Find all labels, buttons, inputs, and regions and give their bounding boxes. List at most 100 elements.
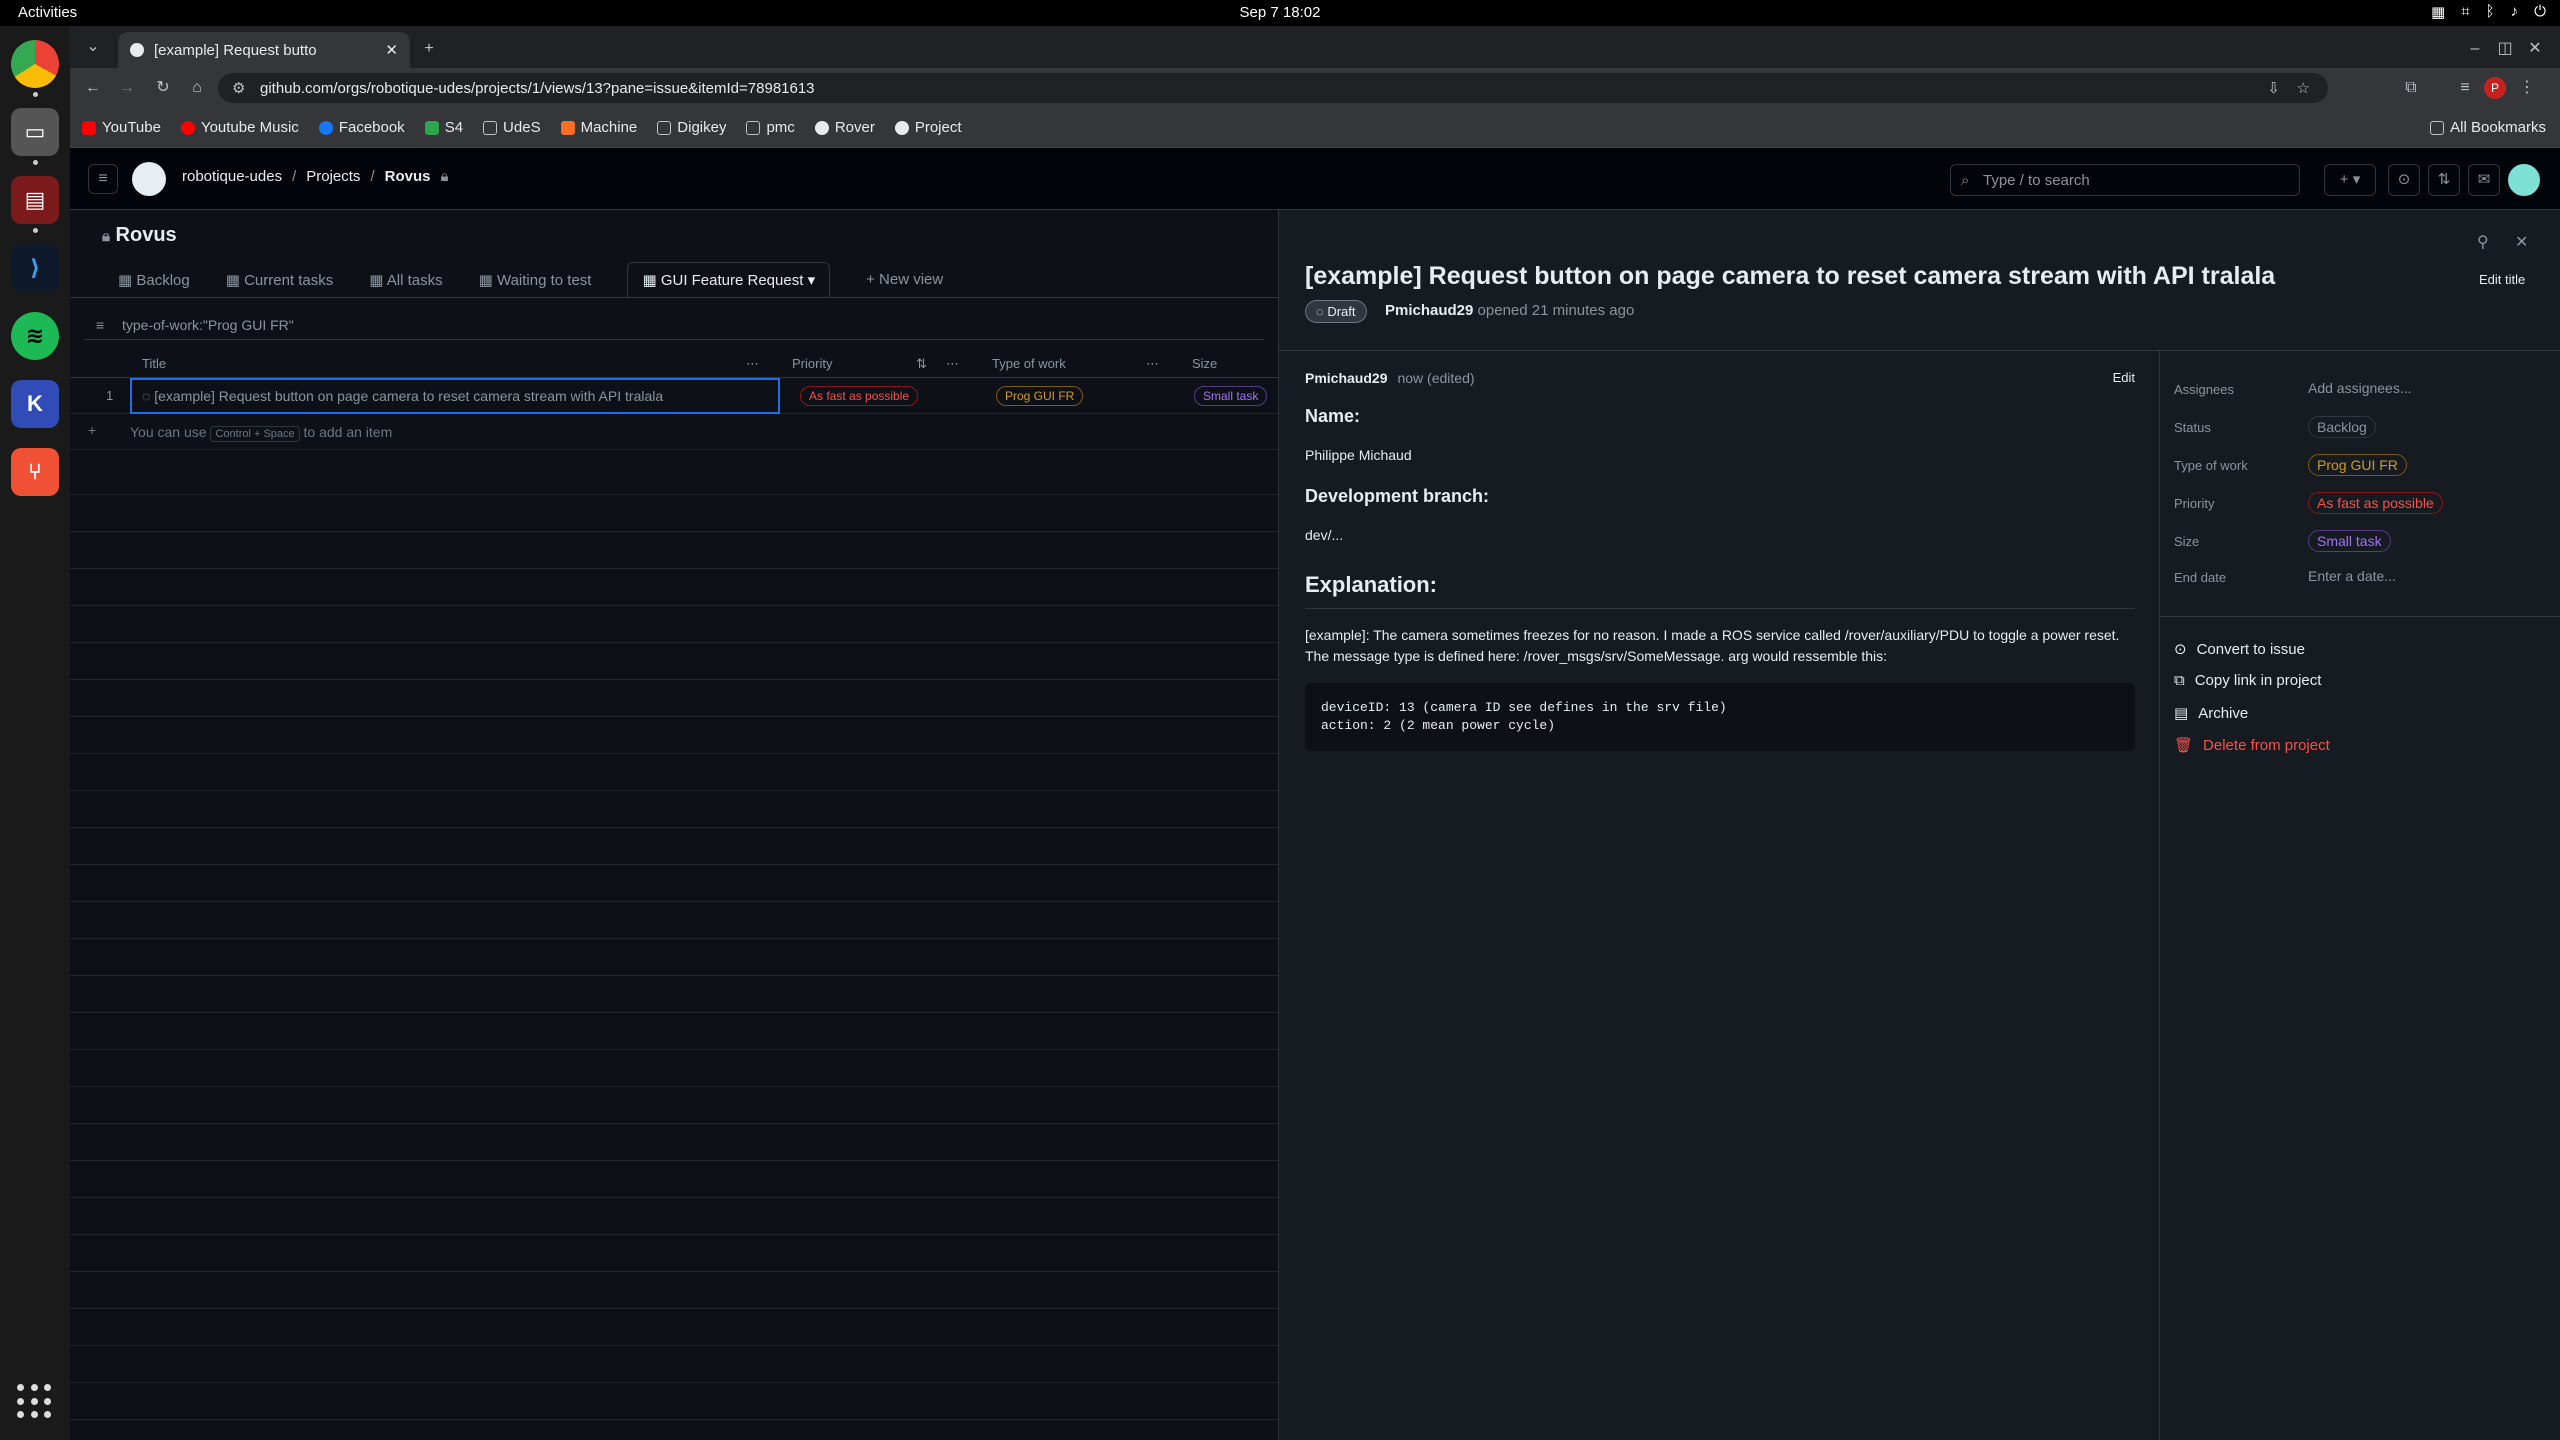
type-value[interactable]: Prog GUI FR [2308, 454, 2407, 476]
git-app-icon[interactable]: ⑂ [11, 448, 59, 496]
comment-author[interactable]: Pmichaud29 [1305, 370, 1387, 386]
type-pill[interactable]: Prog GUI FR [996, 386, 1084, 406]
terminal-icon[interactable]: ▤ [11, 176, 59, 224]
grid-icon[interactable]: ▦ [2431, 3, 2445, 21]
edit-button[interactable]: Edit [2113, 370, 2135, 386]
search-input[interactable]: ⌕ Type / to search [1950, 164, 2300, 196]
delete-button[interactable]: 🗑︎ Delete from project [2174, 736, 2330, 755]
row-title-cell[interactable]: ◌ [example] Request button on page camer… [130, 378, 780, 414]
home-icon[interactable]: ⌂ [186, 77, 208, 99]
end-date-input[interactable]: Enter a date... [2308, 568, 2396, 584]
hamburger-menu-icon[interactable]: ≡ [88, 164, 118, 194]
bookmark-s4[interactable]: S4 [424, 119, 463, 136]
user-avatar[interactable] [2508, 164, 2540, 196]
files-icon[interactable]: ▭ [11, 108, 59, 156]
column-options-icon[interactable]: ⋯ [746, 356, 759, 372]
bookmark-pmc[interactable]: pmc [746, 119, 795, 136]
maximize-icon[interactable]: ◫ [2494, 38, 2516, 60]
bookmark-machine[interactable]: Machine [560, 119, 637, 136]
spotify-icon[interactable]: ≋ [11, 312, 59, 360]
bookmark-youtube[interactable]: YouTube [82, 119, 161, 136]
sort-icon[interactable]: ⇅ [916, 356, 927, 372]
power-icon[interactable]: ⏻ [2534, 3, 2546, 21]
browser-toolbar: ← → ↻ ⌂ ⚙ github.com/orgs/robotique-udes… [70, 68, 2560, 108]
tab-strip: ⌄ [example] Request butto ✕ + – ◫ ✕ [70, 26, 2560, 68]
back-icon[interactable]: ← [82, 77, 104, 99]
add-item-row[interactable]: + You can use Control + Space to add an … [70, 414, 1278, 450]
install-icon[interactable]: ⇩ [2267, 79, 2280, 97]
network-icon[interactable]: ⌗ [2461, 3, 2469, 21]
breadcrumb-org[interactable]: robotique-udes [182, 168, 282, 185]
pin-icon[interactable]: ⚲ [2477, 232, 2489, 252]
tab-current-tasks[interactable]: ▦ Current tasks [226, 271, 334, 289]
priority-pill[interactable]: As fast as possible [800, 386, 919, 406]
issues-icon[interactable]: ⊙ [2388, 164, 2420, 196]
chevron-down-icon[interactable]: ▾ [808, 272, 816, 289]
close-window-icon[interactable]: ✕ [2524, 38, 2546, 60]
inbox-icon[interactable]: ✉ [2468, 164, 2500, 196]
column-type-of-work[interactable]: Type of work [992, 356, 1066, 371]
size-pill[interactable]: Small task [1194, 386, 1268, 406]
bookmark-youtube-music[interactable]: Youtube Music [180, 119, 299, 136]
bookmark-udes[interactable]: UdeS [483, 119, 541, 136]
tab-all-tasks[interactable]: ▦ All tasks [369, 271, 442, 289]
status-value[interactable]: Backlog [2308, 416, 2376, 438]
close-tab-icon[interactable]: ✕ [385, 41, 398, 59]
app-grid-icon[interactable] [17, 1384, 53, 1420]
column-size[interactable]: Size [1192, 356, 1217, 371]
star-icon[interactable]: ☆ [2297, 79, 2310, 97]
forward-icon[interactable]: → [116, 77, 138, 99]
table-row[interactable]: 1 ◌ [example] Request button on page cam… [70, 378, 1278, 414]
column-title[interactable]: Title [142, 356, 166, 371]
bookmark-rover[interactable]: Rover [814, 119, 875, 136]
activities-button[interactable]: Activities [18, 4, 77, 21]
author-link[interactable]: Pmichaud29 [1385, 302, 1473, 319]
bookmark-project[interactable]: Project [894, 119, 962, 136]
column-options-icon[interactable]: ⋯ [1146, 356, 1159, 372]
add-icon[interactable]: + [88, 422, 96, 438]
address-bar[interactable]: ⚙ github.com/orgs/robotique-udes/project… [218, 73, 2328, 103]
archive-button[interactable]: ▤ Archive [2174, 704, 2248, 723]
extensions-icon[interactable]: ⧉ [2400, 77, 2422, 99]
archive-icon: ▤ [2174, 705, 2189, 722]
browser-tab[interactable]: [example] Request butto ✕ [118, 32, 410, 68]
bookmark-facebook[interactable]: Facebook [318, 119, 405, 136]
breadcrumb-projects[interactable]: Projects [306, 168, 360, 185]
site-info-icon[interactable]: ⚙ [232, 79, 245, 97]
clock[interactable]: Sep 7 18:02 [1240, 4, 1321, 21]
github-logo-icon[interactable] [132, 162, 166, 196]
new-tab-icon[interactable]: + [418, 38, 440, 60]
filter-input[interactable]: ≡ type-of-work:"Prog GUI FR" [84, 310, 1264, 340]
volume-icon[interactable]: ♪ [2511, 3, 2519, 21]
create-new-icon[interactable]: + ▾ [2324, 164, 2376, 196]
reload-icon[interactable]: ↻ [152, 77, 174, 99]
menu-icon[interactable]: ⋮ [2516, 77, 2538, 99]
tab-search-icon[interactable]: ⌄ [82, 36, 104, 58]
priority-value[interactable]: As fast as possible [2308, 492, 2443, 514]
convert-to-issue-button[interactable]: ⊙ Convert to issue [2174, 640, 2305, 659]
all-bookmarks[interactable]: All Bookmarks [2430, 119, 2546, 136]
bluetooth-icon[interactable]: ᛒ [2486, 3, 2495, 21]
media-icon[interactable]: ≡ [2454, 77, 2476, 99]
new-view-button[interactable]: + New view [866, 271, 943, 288]
tab-gui-feature-request[interactable]: ▦ GUI Feature Request ▾ [627, 262, 831, 297]
vscode-icon[interactable]: ⟩ [11, 244, 59, 292]
bookmark-digikey[interactable]: Digikey [657, 119, 726, 136]
kicad-icon[interactable]: K [11, 380, 59, 428]
column-options-icon[interactable]: ⋯ [946, 356, 959, 372]
size-value[interactable]: Small task [2308, 530, 2391, 552]
column-priority[interactable]: Priority [792, 356, 832, 371]
close-panel-icon[interactable]: ✕ [2515, 232, 2528, 252]
pull-requests-icon[interactable]: ⇅ [2428, 164, 2460, 196]
edit-title-button[interactable]: Edit title [2479, 272, 2525, 287]
tab-waiting-to-test[interactable]: ▦ Waiting to test [479, 271, 592, 289]
profile-avatar[interactable]: P [2484, 77, 2506, 99]
minimize-icon[interactable]: – [2464, 38, 2486, 60]
assignees-value[interactable]: Add assignees... [2308, 380, 2412, 396]
copy-link-button[interactable]: ⧉ Copy link in project [2174, 672, 2321, 689]
chrome-icon[interactable] [11, 40, 59, 88]
breadcrumb-project[interactable]: Rovus [385, 168, 431, 185]
tab-backlog[interactable]: ▦ Backlog [118, 271, 190, 289]
system-tray[interactable]: ▦ ⌗ ᛒ ♪ ⏻ [2431, 3, 2546, 21]
folder-icon [483, 120, 498, 135]
